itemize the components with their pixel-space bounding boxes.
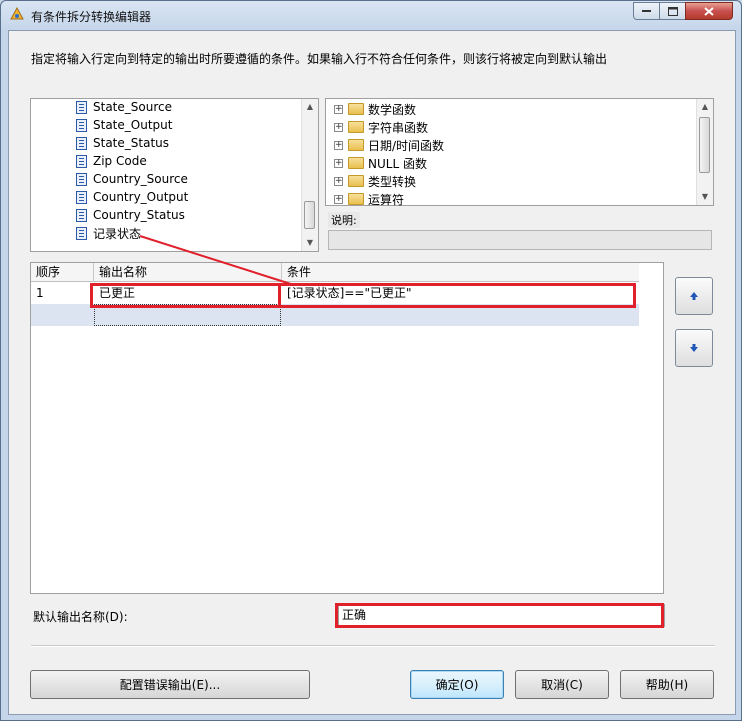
move-up-button[interactable] [675,277,713,315]
separator [31,645,715,647]
column-icon [76,154,87,168]
arrow-down-icon [690,344,698,352]
folder-icon [348,139,364,151]
header-output-name[interactable]: 输出名称 [94,263,282,281]
column-icon [76,226,87,240]
column-icon [76,118,87,132]
function-category-item[interactable]: + 数学函数 [334,100,416,118]
function-category-item[interactable]: + NULL 函数 [334,154,427,172]
ok-button[interactable]: 确定(O) [410,670,504,699]
scroll-thumb[interactable] [699,117,710,173]
column-item[interactable]: State_Status [76,134,169,152]
arrow-up-icon [690,292,698,300]
column-list-scrollbar[interactable]: ▲ ▼ [301,99,318,251]
column-icon [76,172,87,186]
folder-icon [348,121,364,133]
highlight-condition-row [90,283,636,308]
header-condition[interactable]: 条件 [282,263,639,281]
function-category-item[interactable]: + 运算符 [334,190,404,208]
scroll-up-icon[interactable]: ▲ [697,99,713,115]
default-output-label: 默认输出名称(D): [33,610,128,624]
function-tree[interactable]: + 数学函数 + 字符串函数 + 日期/时间函数 + NULL 函数 + 类型转换 + 运算… [325,98,714,208]
scroll-down-icon[interactable]: ▼ [302,235,318,251]
close-button[interactable] [685,2,733,20]
maximize-icon [667,6,678,16]
cell-order[interactable]: 1 [31,282,94,304]
folder-icon [348,175,364,187]
scroll-up-icon[interactable]: ▲ [302,99,318,115]
function-category-item[interactable]: + 类型转换 [334,172,416,190]
title-bar: 有条件拆分转换编辑器 [1,1,741,29]
help-button[interactable]: 帮助(H) [620,670,714,699]
highlight-default-output [335,603,664,628]
expand-icon[interactable]: + [334,158,343,168]
folder-icon [348,193,364,205]
column-item[interactable]: Country_Source [76,170,188,188]
column-item[interactable]: State_Output [76,116,172,134]
close-icon [704,6,714,16]
configure-error-output-button[interactable]: 配置错误输出(E)... [30,670,310,699]
column-list[interactable]: State_Source State_Output State_Status Z… [30,98,319,252]
expand-icon[interactable]: + [334,176,343,186]
grid-header: 顺序 输出名称 条件 [31,263,639,282]
move-down-button[interactable] [675,329,713,367]
column-item[interactable]: Country_Status [76,206,185,224]
expand-icon[interactable]: + [334,104,343,114]
function-description-box [328,230,712,250]
highlight-row-divider [278,283,281,308]
column-icon [76,100,87,114]
column-item[interactable]: Country_Output [76,188,188,206]
column-item-record-status[interactable]: 记录状态 [76,224,141,242]
conditions-grid[interactable]: 顺序 输出名称 条件 1 已更正 [记录状态]=="已更正" [30,262,664,594]
function-description-label: 说明: [328,212,360,228]
scroll-down-icon[interactable]: ▼ [697,189,713,205]
maximize-button[interactable] [659,2,686,20]
header-order[interactable]: 顺序 [31,263,94,281]
instruction-text: 指定将输入行定向到特定的输出时所要遵循的条件。如果输入行不符合任何条件，则该行将… [31,52,608,66]
column-item[interactable]: Zip Code [76,152,147,170]
function-category-item[interactable]: + 字符串函数 [334,118,428,136]
column-icon [76,190,87,204]
expand-icon[interactable]: + [334,194,343,204]
expand-icon[interactable]: + [334,122,343,132]
folder-icon [348,103,364,115]
folder-icon [348,157,364,169]
window-title: 有条件拆分转换编辑器 [31,10,152,24]
conditional-split-icon [10,7,24,20]
cancel-button[interactable]: 取消(C) [515,670,609,699]
minimize-icon [642,10,651,12]
scroll-thumb[interactable] [304,201,315,229]
function-category-item[interactable]: + 日期/时间函数 [334,136,444,154]
column-icon [76,136,87,150]
column-icon [76,208,87,222]
function-tree-scrollbar[interactable]: ▲ ▼ [696,99,713,205]
minimize-button[interactable] [633,2,660,20]
expand-icon[interactable]: + [334,140,343,150]
column-item[interactable]: State_Source [76,98,172,116]
